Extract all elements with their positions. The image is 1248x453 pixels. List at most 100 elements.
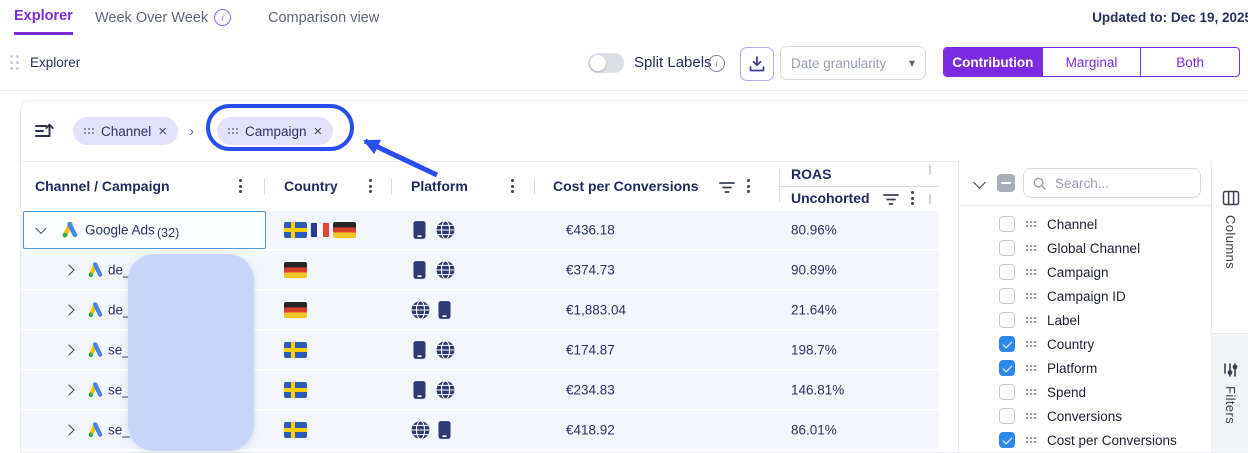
mode-both-button[interactable]: Both (1140, 48, 1239, 76)
google-ads-icon (87, 422, 104, 439)
checkbox-checked[interactable] (999, 360, 1015, 376)
roas-value: 80.96% (791, 223, 837, 238)
drag-dots-icon[interactable] (1026, 245, 1036, 251)
filter-icon[interactable] (883, 192, 899, 206)
roas-value: 90.89% (791, 263, 837, 278)
date-granularity-select[interactable]: Date granularity ▾ (780, 46, 926, 80)
column-item-country[interactable]: Country (959, 332, 1212, 356)
close-icon[interactable]: × (158, 124, 167, 139)
column-item-platform[interactable]: Platform (959, 356, 1212, 380)
info-icon[interactable]: i (708, 55, 725, 72)
drag-dots-icon[interactable] (1026, 437, 1036, 443)
caret-down-icon: ▾ (909, 56, 915, 70)
collapse-chevron-icon[interactable] (973, 176, 986, 189)
expand-chevron-icon[interactable] (63, 264, 74, 275)
rail-tab-filters[interactable]: Filters (1211, 333, 1248, 452)
drag-dots-icon[interactable] (1026, 341, 1036, 347)
column-item-global-channel[interactable]: Global Channel (959, 236, 1212, 260)
breadcrumb-chip-campaign[interactable]: Campaign × (217, 117, 333, 145)
updated-to-label: Updated to: Dec 19, 2025 (1092, 0, 1248, 35)
split-labels-toggle[interactable] (588, 53, 624, 73)
checkbox[interactable] (999, 312, 1015, 328)
expand-chevron-icon[interactable] (63, 384, 74, 395)
drag-dots-icon[interactable] (1026, 413, 1036, 419)
column-item-label: Campaign (1047, 265, 1109, 280)
cost-per-conversions-value: €418.92 (566, 423, 615, 438)
kebab-menu-icon[interactable] (369, 179, 372, 193)
drag-dots-icon[interactable] (228, 128, 238, 134)
kebab-menu-icon[interactable] (511, 179, 514, 193)
drag-dots-icon[interactable] (1026, 221, 1036, 227)
column-item-label: Conversions (1047, 409, 1122, 424)
breadcrumb-chip-channel[interactable]: Channel × (73, 117, 178, 145)
tab-explorer[interactable]: Explorer (14, 0, 73, 35)
tab-week-over-week[interactable]: Week Over Week i (95, 0, 231, 35)
web-platform-icon (411, 421, 430, 440)
expand-chevron-icon[interactable] (63, 344, 74, 355)
select-all-checkbox[interactable] (997, 174, 1015, 192)
table-row-google-ads[interactable]: Google Ads (32) €436.18 80.96% (21, 211, 939, 249)
column-item-campaign-id[interactable]: Campaign ID (959, 284, 1212, 308)
date-granularity-placeholder: Date granularity (791, 56, 886, 71)
sort-order-icon[interactable] (33, 120, 55, 147)
flag-germany-icon (333, 222, 356, 238)
filter-icon[interactable] (719, 180, 735, 194)
rail-columns-label: Columns (1223, 215, 1238, 269)
columns-icon (1222, 189, 1240, 207)
web-platform-icon (436, 221, 455, 240)
mode-contribution-button[interactable]: Contribution (944, 48, 1042, 76)
drag-dots-icon[interactable] (1026, 293, 1036, 299)
drag-dots-icon[interactable] (1026, 389, 1036, 395)
cost-per-conversions-value: €234.83 (566, 383, 615, 398)
side-rail: Columns Filters (1211, 161, 1248, 452)
drag-handle-icon[interactable] (10, 55, 19, 70)
checkbox[interactable] (999, 264, 1015, 280)
checkbox[interactable] (999, 216, 1015, 232)
rail-tab-columns[interactable]: Columns (1211, 161, 1248, 333)
cost-per-conversions-value: €436.18 (566, 223, 615, 238)
kebab-menu-icon[interactable] (747, 179, 750, 193)
column-item-label: Platform (1047, 361, 1097, 376)
column-resize-handle[interactable] (929, 165, 931, 175)
mobile-platform-icon (438, 301, 451, 320)
checkbox[interactable] (999, 408, 1015, 424)
explorer-toolbar: Explorer Split Labels i Date granularity… (0, 35, 1248, 91)
columns-panel-header (959, 161, 1212, 206)
column-item-cost-per-conversions[interactable]: Cost per Conversions (959, 428, 1212, 452)
drag-dots-icon[interactable] (1026, 365, 1036, 371)
column-item-channel[interactable]: Channel (959, 212, 1212, 236)
expand-chevron-icon[interactable] (63, 424, 74, 435)
header-platform[interactable]: Platform (411, 161, 468, 211)
download-button[interactable] (740, 47, 774, 81)
row-label: de_ (108, 263, 131, 278)
table-header: Channel / Campaign Country Platform Cost… (21, 161, 939, 212)
header-country[interactable]: Country (284, 161, 338, 211)
header-channel-campaign[interactable]: Channel / Campaign (35, 161, 170, 211)
kebab-menu-icon[interactable] (239, 179, 242, 193)
drag-dots-icon[interactable] (1026, 269, 1036, 275)
drag-dots-icon[interactable] (84, 128, 94, 134)
search-input[interactable] (1053, 175, 1177, 192)
row-label: se_ (108, 343, 130, 358)
checkbox[interactable] (999, 288, 1015, 304)
web-platform-icon (436, 381, 455, 400)
column-item-conversions[interactable]: Conversions (959, 404, 1212, 428)
tab-comparison-label: Comparison view (268, 10, 379, 26)
tab-comparison-view[interactable]: Comparison view (268, 0, 379, 35)
column-item-label-field[interactable]: Label (959, 308, 1212, 332)
column-item-label: Campaign ID (1047, 289, 1126, 304)
kebab-menu-icon[interactable] (911, 191, 914, 205)
close-icon[interactable]: × (314, 124, 323, 139)
drag-dots-icon[interactable] (1026, 317, 1036, 323)
info-icon[interactable]: i (214, 9, 231, 26)
checkbox-checked[interactable] (999, 336, 1015, 352)
header-cost-per-conversions[interactable]: Cost per Conversions (553, 161, 698, 211)
checkbox[interactable] (999, 240, 1015, 256)
checkbox[interactable] (999, 384, 1015, 400)
column-item-campaign[interactable]: Campaign (959, 260, 1212, 284)
column-item-spend[interactable]: Spend (959, 380, 1212, 404)
mode-marginal-button[interactable]: Marginal (1042, 48, 1141, 76)
checkbox-checked[interactable] (999, 432, 1015, 448)
column-resize-handle[interactable] (929, 194, 931, 204)
expand-chevron-icon[interactable] (63, 304, 74, 315)
